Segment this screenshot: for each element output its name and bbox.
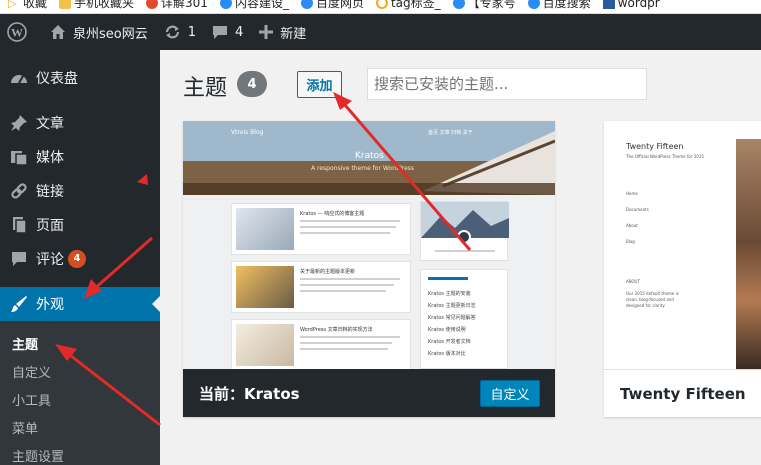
text-line — [435, 250, 495, 252]
pier-photo — [736, 139, 761, 369]
comments-count-badge: 4 — [68, 250, 86, 268]
site-name-link[interactable]: 泉州seo网云 — [42, 14, 156, 50]
site-favicon-icon — [146, 0, 159, 9]
wordpress-favicon-icon — [602, 0, 615, 9]
home-icon — [51, 25, 65, 39]
star-icon: ▷ — [8, 0, 17, 10]
text-line — [300, 278, 400, 280]
screenshot-post: 关于最新的主题版本更新 — [231, 261, 411, 313]
paw-icon — [219, 0, 232, 9]
sidebar-item-links[interactable]: 链接 — [0, 174, 160, 208]
post-thumbnail — [236, 266, 294, 308]
comments-link[interactable]: 4 — [204, 14, 251, 50]
admin-sidebar: 仪表盘 文章 媒体 链接 页面 评论 4 外观 主题 自定义 小工具 菜单 主题… — [0, 50, 160, 465]
sidebar-item-comments[interactable]: 评论 4 — [0, 242, 160, 276]
text-line — [300, 342, 392, 344]
theme-card-current[interactable]: Vtrois Blog 首页 文章 归档 关于 Kratos A respons… — [183, 121, 555, 417]
bookmark-item[interactable]: 手机收藏夹 — [59, 0, 134, 11]
screenshot-hero: Vtrois Blog 首页 文章 归档 关于 Kratos A respons… — [183, 121, 555, 195]
sidebar-item-pages[interactable]: 页面 — [0, 208, 160, 242]
theme-name: Twenty Fifteen — [620, 385, 746, 403]
appearance-icon — [9, 295, 29, 313]
screenshot-sidebar-profile — [420, 201, 509, 261]
screenshot-tagline: The Official WordPress Theme for 2015 — [626, 154, 704, 159]
browser-bookmarks-bar: ▷ 收藏 手机收藏夹 详解301 内容建设_ 百度网页 tag标签_ 【专家号 — [0, 0, 761, 14]
widget-heading-bar — [428, 277, 468, 280]
page-title: 主题 — [183, 76, 228, 101]
bookmark-item[interactable]: 百度网页 — [300, 0, 364, 11]
sidebar-item-dashboard[interactable]: 仪表盘 — [0, 61, 160, 95]
theme-screenshot-kratos: Vtrois Blog 首页 文章 归档 关于 Kratos A respons… — [183, 121, 555, 369]
sidebar-item-posts[interactable]: 文章 — [0, 106, 160, 140]
customize-button[interactable]: 自定义 — [480, 380, 540, 407]
media-icon — [9, 148, 29, 166]
site-favicon-icon — [375, 0, 388, 9]
text-line — [300, 284, 394, 286]
screenshot-brand: Vtrois Blog — [231, 129, 264, 136]
bookmark-item[interactable]: 【专家号 — [452, 0, 516, 11]
bookmark-item[interactable]: 内容建设_ — [219, 0, 289, 11]
wordpress-admin-screen: ▷ 收藏 手机收藏夹 详解301 内容建设_ 百度网页 tag标签_ 【专家号 — [0, 0, 761, 465]
theme-count-badge: 4 — [237, 71, 267, 97]
screenshot-post: Kratos — 响应式的博客主题 — [231, 203, 411, 255]
appearance-submenu: 主题 自定义 小工具 菜单 主题设置 — [0, 321, 160, 465]
bookmark-item[interactable]: 详解301 — [146, 0, 208, 11]
post-thumbnail — [236, 208, 294, 250]
paw-icon — [527, 0, 540, 9]
bookmark-item[interactable]: ▷ 收藏 — [8, 0, 47, 11]
current-theme-label: 当前：Kratos — [199, 385, 300, 403]
wordpress-logo-icon: W — [7, 22, 27, 42]
text-line — [300, 290, 386, 292]
screenshot-sidebar-links: Kratos 主题的安装 Kratos 主题更新日志 Kratos 常见问题解答… — [420, 269, 508, 369]
text-line — [300, 336, 400, 338]
sidebar-item-media[interactable]: 媒体 — [0, 140, 160, 174]
screenshot-subtitle: A responsive theme for WordPress — [311, 165, 415, 172]
bookmark-item[interactable]: tag标签_ — [375, 0, 441, 11]
wordpress-logo-button[interactable]: W — [0, 14, 42, 50]
theme-search-input[interactable] — [367, 68, 647, 100]
admin-bar: W 泉州seo网云 1 4 新建 — [0, 14, 761, 50]
bookmark-item[interactable]: wordpr — [602, 0, 660, 10]
post-thumbnail — [236, 324, 294, 366]
submenu-item-widgets[interactable]: 小工具 — [12, 390, 51, 409]
bookmark-item[interactable]: 百度搜索 — [527, 0, 591, 11]
screenshot-title: Twenty Fifteen — [626, 142, 684, 151]
plus-icon — [259, 25, 274, 39]
submenu-item-theme-settings[interactable]: 主题设置 — [12, 446, 64, 465]
submenu-item-themes[interactable]: 主题 — [12, 334, 38, 353]
paw-icon — [452, 0, 465, 9]
page-icon — [9, 216, 29, 234]
screenshot-nav: 首页 文章 归档 关于 — [428, 130, 473, 136]
avatar — [457, 230, 471, 244]
dashboard-icon — [9, 70, 29, 86]
svg-text:W: W — [11, 26, 23, 40]
submenu-item-menus[interactable]: 菜单 — [12, 418, 38, 437]
new-content-link[interactable]: 新建 — [251, 14, 314, 50]
submenu-item-customize[interactable]: 自定义 — [12, 362, 51, 381]
text-line — [300, 232, 390, 234]
updates-link[interactable]: 1 — [156, 14, 204, 50]
screenshot-title: Kratos — [355, 151, 384, 161]
link-icon — [9, 182, 29, 200]
theme-card-twentyfifteen[interactable]: Twenty Fifteen The Official WordPress Th… — [604, 121, 761, 417]
refresh-icon — [165, 25, 179, 39]
pin-icon — [9, 114, 29, 132]
active-pointer — [152, 296, 160, 312]
folder-icon — [59, 0, 72, 9]
add-theme-button[interactable]: 添加 — [297, 71, 342, 98]
theme-screenshot-twentyfifteen: Twenty Fifteen The Official WordPress Th… — [604, 121, 761, 369]
paw-icon — [300, 0, 313, 9]
comment-bubble-icon — [213, 26, 228, 39]
screenshot-post: WordPress 文章归档的实现方法 — [231, 319, 411, 369]
text-line — [300, 220, 400, 222]
comment-icon — [9, 250, 29, 268]
text-line — [300, 226, 396, 228]
sidebar-item-appearance[interactable]: 外观 — [0, 287, 160, 321]
text-line — [300, 348, 388, 350]
